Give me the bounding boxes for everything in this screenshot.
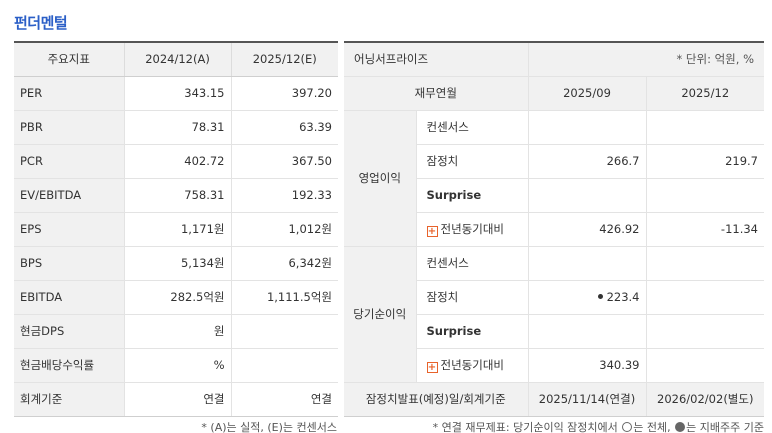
period-header-label: 재무연월 — [344, 76, 528, 111]
yoy-row-label[interactable]: + 전년동기대비 — [415, 348, 528, 383]
controlling-shareholder-dot-icon — [597, 294, 603, 299]
filled-circle-icon — [675, 422, 686, 432]
group-operating-profit: 영업이익 — [344, 110, 416, 247]
row-label: 컨센서스 — [415, 246, 528, 281]
plus-icon[interactable]: + — [426, 226, 438, 237]
table-row: EV/EBITDA 758.31 192.33 — [14, 178, 338, 213]
row-label: 잠정치 — [415, 144, 528, 179]
row-label: Surprise — [415, 178, 528, 213]
period-header-row: 재무연월 2025/09 2025/12 — [344, 76, 764, 111]
announcement-label: 잠정치발표(예정)일/회계기준 — [344, 382, 528, 417]
period-1: 2025/09 — [527, 76, 646, 111]
actual-value: 282.5억원 — [123, 280, 231, 315]
group-net-income: 당기순이익 — [344, 246, 416, 383]
row-label: 회계기준 — [14, 382, 124, 417]
row-label: 잠정치 — [415, 280, 528, 315]
actual-value: 402.72 — [123, 144, 231, 179]
actual-value: 5,134원 — [123, 246, 231, 281]
fundamental-table: 주요지표 2024/12(A) 2025/12(E) PER 343.15 39… — [14, 41, 338, 417]
table-row: BPS 5,134원 6,342원 — [14, 246, 338, 281]
row-label: BPS — [14, 246, 124, 281]
table-row: 현금DPS 원 — [14, 314, 338, 349]
fundamental-header-row: 주요지표 2024/12(A) 2025/12(E) — [14, 42, 338, 77]
fundamental-footnote: * (A)는 실적, (E)는 컨센서스 — [201, 421, 337, 433]
table-row: 현금배당수익률 % — [14, 348, 338, 383]
row-label: 전년동기대비 — [440, 358, 504, 372]
row-label: PBR — [14, 110, 124, 145]
value-period-2 — [645, 314, 764, 349]
earnings-surprise-table: 어닝서프라이즈 * 단위: 억원, % 재무연월 2025/09 2025/12… — [344, 41, 764, 417]
estimate-value: 1,111.5억원 — [230, 280, 338, 315]
actual-value: 78.31 — [123, 110, 231, 145]
row-label: EV/EBITDA — [14, 178, 124, 213]
estimate-value: 192.33 — [230, 178, 338, 213]
value-period-2 — [645, 246, 764, 281]
row-label: 현금DPS — [14, 314, 124, 349]
period-2: 2025/12 — [645, 76, 764, 111]
actual-value: 1,171원 — [123, 212, 231, 247]
value-period-2 — [645, 110, 764, 145]
unit-note: * 단위: 억원, % — [527, 42, 764, 77]
estimate-value — [230, 314, 338, 349]
table-row: EPS 1,171원 1,012원 — [14, 212, 338, 247]
value-period-2: -11.34 — [645, 212, 764, 247]
announcement-period-2: 2026/02/02(별도) — [645, 382, 764, 417]
row-label: PCR — [14, 144, 124, 179]
earnings-title: 어닝서프라이즈 — [344, 42, 528, 77]
value-period-2 — [645, 280, 764, 315]
plus-icon[interactable]: + — [426, 362, 438, 373]
row-label: EPS — [14, 212, 124, 247]
table-row: PCR 402.72 367.50 — [14, 144, 338, 179]
actual-value: 원 — [123, 314, 231, 349]
value-period-1 — [527, 314, 646, 349]
estimate-value: 연결 — [230, 382, 338, 417]
announcement-row: 잠정치발표(예정)일/회계기준 2025/11/14(연결) 2026/02/0… — [344, 382, 764, 417]
value-period-1: 426.92 — [527, 212, 646, 247]
actual-value: 연결 — [123, 382, 231, 417]
estimate-value: 397.20 — [230, 76, 338, 111]
value-period-1 — [527, 246, 646, 281]
row-label: 전년동기대비 — [440, 222, 504, 236]
estimate-value: 1,012원 — [230, 212, 338, 247]
table-row: PBR 78.31 63.39 — [14, 110, 338, 145]
value-period-2 — [645, 178, 764, 213]
actual-value: 343.15 — [123, 76, 231, 111]
header-estimate-period: 2025/12(E) — [230, 42, 338, 77]
value-period-2: 219.7 — [645, 144, 764, 179]
open-circle-icon — [622, 422, 633, 432]
footnote-part-1: * 연결 재무제표: 당기순이익 잠정치에서 — [432, 421, 618, 433]
table-row: EBITDA 282.5억원 1,111.5억원 — [14, 280, 338, 315]
value-text: 223.4 — [606, 290, 640, 304]
estimate-value: 6,342원 — [230, 246, 338, 281]
yoy-row-label[interactable]: + 전년동기대비 — [415, 212, 528, 247]
section-title: 펀더멘털 — [14, 14, 68, 32]
row-label: 현금배당수익률 — [14, 348, 124, 383]
estimate-value: 63.39 — [230, 110, 338, 145]
announcement-period-1: 2025/11/14(연결) — [527, 382, 646, 417]
footnote-part-2: 는 전체, — [633, 421, 671, 433]
row-label: Surprise — [415, 314, 528, 349]
row-label: 컨센서스 — [415, 110, 528, 145]
row-label: PER — [14, 76, 124, 111]
actual-value: % — [123, 348, 231, 383]
actual-value: 758.31 — [123, 178, 231, 213]
estimate-value — [230, 348, 338, 383]
value-period-1 — [527, 178, 646, 213]
table-row: 회계기준 연결 연결 — [14, 382, 338, 417]
footnote-part-3: 는 지배주주 기준 — [686, 421, 764, 433]
table-row: 당기순이익 컨센서스 — [344, 246, 764, 383]
row-label: EBITDA — [14, 280, 124, 315]
value-period-1 — [527, 110, 646, 145]
estimate-value: 367.50 — [230, 144, 338, 179]
table-row: PER 343.15 397.20 — [14, 76, 338, 111]
table-row: 영업이익 컨센서스 — [344, 110, 764, 247]
value-period-1: 266.7 — [527, 144, 646, 179]
earnings-footnote: * 연결 재무제표: 당기순이익 잠정치에서 는 전체, 는 지배주주 기준 — [433, 419, 764, 433]
value-period-1: 223.4 — [527, 280, 646, 315]
header-indicator: 주요지표 — [14, 42, 124, 77]
header-actual-period: 2024/12(A) — [123, 42, 231, 77]
value-period-2 — [645, 348, 764, 383]
value-period-1: 340.39 — [527, 348, 646, 383]
earnings-title-row: 어닝서프라이즈 * 단위: 억원, % — [344, 42, 764, 77]
